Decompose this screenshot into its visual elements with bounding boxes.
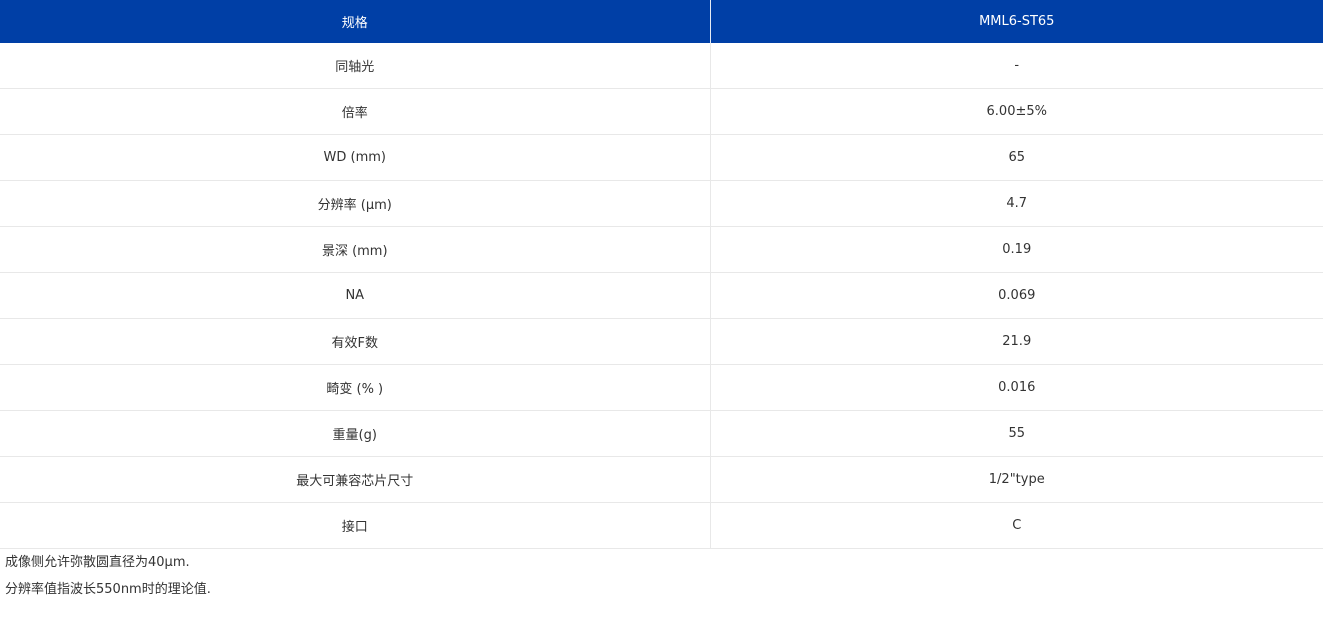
- footnote: 成像侧允许弥散圆直径为40μm.: [5, 555, 190, 570]
- row-label: WD (mm): [0, 134, 711, 181]
- row-value: 6.00±5%: [710, 88, 1323, 135]
- footnote: 分辨率值指波长550nm时的理论值.: [5, 582, 211, 597]
- header-spec-label: 规格: [0, 0, 711, 43]
- table-row: WD (mm) 65: [0, 134, 1323, 181]
- spec-table: 规格 MML6-ST65 同轴光 - 倍率 6.00±5% WD (mm) 65…: [0, 0, 1323, 549]
- table-header-row: 规格 MML6-ST65: [0, 0, 1323, 43]
- row-value: 0.069: [710, 272, 1323, 319]
- row-label: 畸变 (% ): [0, 364, 711, 411]
- row-label: 重量(g): [0, 410, 711, 457]
- row-value: 55: [710, 410, 1323, 457]
- table-row: 畸变 (% ) 0.016: [0, 364, 1323, 411]
- row-label: 接口: [0, 502, 711, 549]
- row-label: 倍率: [0, 88, 711, 135]
- row-value: 65: [710, 134, 1323, 181]
- row-value: C: [710, 502, 1323, 549]
- row-value: 1/2"type: [710, 456, 1323, 503]
- table-row: 有效F数 21.9: [0, 318, 1323, 365]
- table-row: 最大可兼容芯片尺寸 1/2"type: [0, 456, 1323, 503]
- table-row: NA 0.069: [0, 272, 1323, 319]
- footnotes: 成像侧允许弥散圆直径为40μm. 分辨率值指波长550nm时的理论值.: [0, 549, 1323, 607]
- row-label: 分辨率 (μm): [0, 180, 711, 227]
- row-value: 0.19: [710, 226, 1323, 273]
- row-label: NA: [0, 272, 711, 319]
- row-value: 21.9: [710, 318, 1323, 365]
- table-row: 分辨率 (μm) 4.7: [0, 180, 1323, 227]
- table-row: 接口 C: [0, 502, 1323, 549]
- row-label: 最大可兼容芯片尺寸: [0, 456, 711, 503]
- row-label: 同轴光: [0, 43, 711, 89]
- row-label: 景深 (mm): [0, 226, 711, 273]
- row-value: 4.7: [710, 180, 1323, 227]
- table-row: 重量(g) 55: [0, 410, 1323, 457]
- header-model-name: MML6-ST65: [710, 0, 1323, 43]
- row-value: 0.016: [710, 364, 1323, 411]
- row-label: 有效F数: [0, 318, 711, 365]
- table-row: 景深 (mm) 0.19: [0, 226, 1323, 273]
- row-value: -: [710, 43, 1323, 89]
- table-row: 倍率 6.00±5%: [0, 88, 1323, 135]
- table-row: 同轴光 -: [0, 43, 1323, 89]
